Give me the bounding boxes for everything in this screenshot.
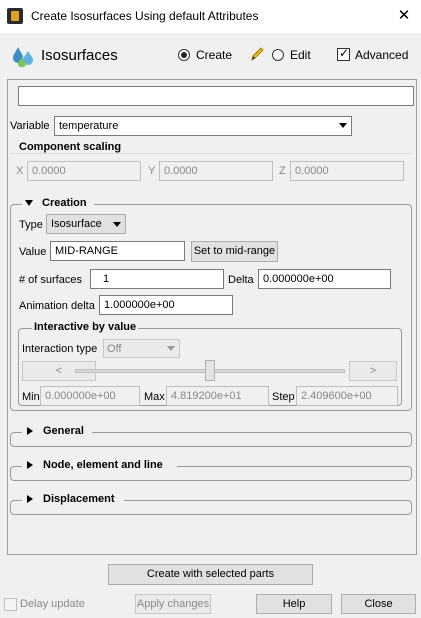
chevron-down-icon — [339, 123, 347, 128]
expand-triangle-icon[interactable] — [27, 427, 33, 435]
component-scaling-title: Component scaling — [17, 141, 124, 153]
search-input[interactable] — [18, 86, 414, 106]
z-scale-input[interactable]: 0.0000 — [290, 161, 404, 181]
type-value: Isosurface — [51, 218, 102, 230]
creation-title: Creation — [40, 197, 89, 209]
create-radio[interactable] — [178, 49, 190, 61]
interaction-type-label: Interaction type — [22, 343, 98, 355]
chevron-down-icon — [167, 346, 175, 351]
panel-title: Isosurfaces — [41, 47, 118, 64]
expand-triangle-icon[interactable] — [27, 461, 33, 469]
y-scale-input[interactable]: 0.0000 — [159, 161, 273, 181]
variable-value: temperature — [59, 120, 119, 132]
apply-changes-button[interactable]: Apply changes — [135, 594, 211, 614]
interactive-by-value-title: Interactive by value — [32, 321, 139, 333]
type-label: Type — [19, 219, 43, 231]
edit-radio[interactable] — [272, 49, 284, 61]
general-title: General — [41, 425, 86, 437]
x-label: X — [16, 165, 24, 177]
delay-update-checkbox[interactable] — [4, 598, 17, 611]
displacement-title: Displacement — [41, 493, 117, 505]
num-surfaces-input[interactable]: 1 — [90, 269, 224, 289]
y-label: Y — [148, 165, 156, 177]
delta-input[interactable]: 0.000000e+00 — [258, 269, 391, 289]
close-button[interactable]: Close — [341, 594, 416, 614]
min-input[interactable]: 0.000000e+00 — [40, 386, 140, 406]
variable-select[interactable]: temperature — [54, 116, 352, 136]
help-button[interactable]: Help — [256, 594, 332, 614]
pencil-icon — [251, 47, 264, 61]
value-label: Value — [19, 246, 47, 258]
max-input[interactable]: 4.819200e+01 — [166, 386, 269, 406]
advanced-label[interactable]: Advanced — [355, 48, 408, 62]
chevron-down-icon — [113, 222, 121, 227]
interaction-type-value: Off — [107, 343, 122, 355]
app-icon — [7, 8, 23, 24]
next-value-button[interactable]: > — [349, 361, 397, 381]
z-label: Z — [279, 165, 286, 177]
animation-delta-label: Animation delta — [19, 300, 95, 312]
delta-label: Delta — [228, 274, 254, 286]
animation-delta-input[interactable]: 1.000000e+00 — [99, 295, 233, 315]
create-with-selected-parts-button[interactable]: Create with selected parts — [108, 564, 313, 585]
advanced-checkbox[interactable] — [337, 46, 350, 61]
expand-triangle-icon[interactable] — [27, 495, 33, 503]
step-label: Step — [272, 391, 295, 403]
create-radio-label[interactable]: Create — [196, 48, 232, 62]
x-scale-input[interactable]: 0.0000 — [27, 161, 141, 181]
close-icon[interactable]: ✕ — [392, 5, 416, 27]
num-surfaces-label: # of surfaces — [19, 274, 82, 286]
max-label: Max — [144, 391, 165, 403]
variable-label: Variable — [10, 120, 50, 132]
value-input[interactable]: MID-RANGE — [50, 241, 185, 261]
set-to-mid-range-button[interactable]: Set to mid-range — [191, 241, 278, 262]
delay-update-label[interactable]: Delay update — [20, 598, 85, 610]
divider — [10, 153, 412, 154]
value-slider-thumb[interactable] — [205, 360, 215, 381]
isosurface-drops-icon — [13, 47, 33, 67]
collapse-triangle-icon[interactable] — [25, 200, 33, 206]
step-input[interactable]: 2.409600e+00 — [296, 386, 398, 406]
edit-radio-label[interactable]: Edit — [290, 48, 311, 62]
node-element-line-title: Node, element and line — [41, 459, 165, 471]
window-title: Create Isosurfaces Using default Attribu… — [31, 9, 259, 23]
min-label: Min — [22, 391, 40, 403]
